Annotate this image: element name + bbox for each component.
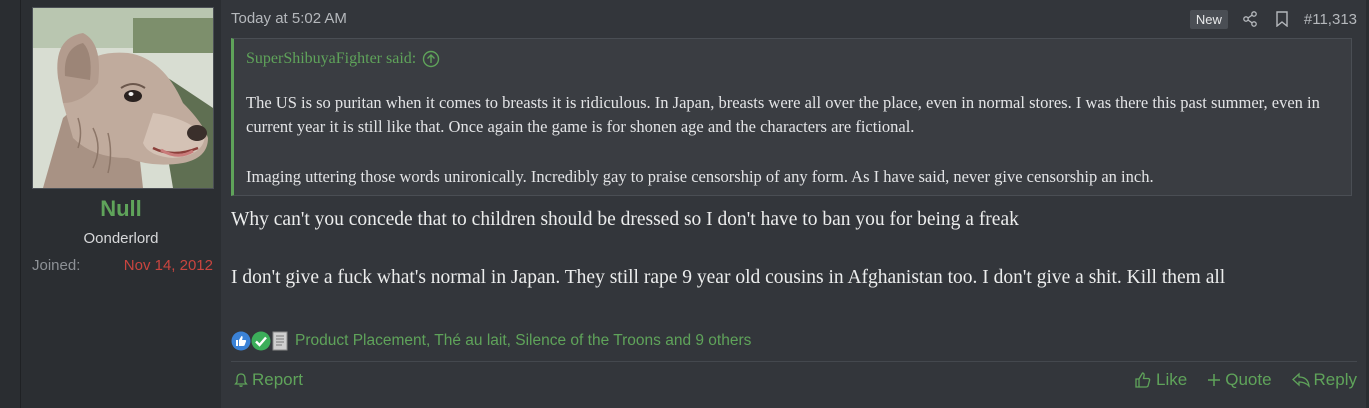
quote-paragraph: Imaging uttering those words unironicall… — [246, 167, 1154, 186]
report-button[interactable]: Report — [233, 370, 303, 390]
reply-icon — [1291, 372, 1310, 388]
user-sidebar: Null Oonderlord Joined: Nov 14, 2012 — [21, 0, 221, 408]
forum-post: Null Oonderlord Joined: Nov 14, 2012 Tod… — [20, 0, 1366, 408]
thumbs-up-icon — [1135, 372, 1151, 388]
plus-icon — [1208, 374, 1221, 386]
post-timestamp[interactable]: Today at 5:02 AM — [231, 10, 347, 27]
divider — [231, 361, 1357, 362]
user-title: Oonderlord — [83, 230, 159, 247]
quote-body: The US is so puritan when it comes to br… — [246, 91, 1341, 189]
footer-actions: Like Quote Reply — [1134, 370, 1357, 390]
reaction-icons[interactable] — [231, 331, 289, 351]
bookmark-icon[interactable] — [1272, 9, 1292, 29]
share-icon[interactable] — [1240, 9, 1260, 29]
quote-block: SuperShibuyaFighter said: The US is so p… — [231, 38, 1352, 196]
reply-label: Reply — [1313, 370, 1357, 389]
like-button[interactable]: Like — [1134, 370, 1187, 390]
post-paragraph: Why can't you concede that to children s… — [231, 209, 1019, 230]
joined-label: Joined: — [32, 257, 81, 274]
reactions-bar: Product Placement, Thé au lait, Silence … — [231, 329, 751, 353]
dog-avatar-image — [33, 8, 213, 188]
reaction-users-link[interactable]: Product Placement, Thé au lait, Silence … — [295, 332, 751, 350]
avatar[interactable] — [32, 7, 214, 189]
post-paragraph: I don't give a fuck what's normal in Jap… — [231, 267, 1226, 288]
quote-author[interactable]: SuperShibuyaFighter said: — [246, 50, 416, 68]
post-footer: Report Like Quote Reply — [231, 368, 1357, 394]
quote-label: Quote — [1225, 370, 1272, 389]
quote-paragraph: The US is so puritan when it comes to br… — [246, 93, 1320, 136]
arrow-up-circle-icon[interactable] — [422, 50, 440, 68]
post-body: Why can't you concede that to children s… — [231, 205, 1356, 292]
post-main: Today at 5:02 AM New #11,313 SuperShibuy… — [231, 0, 1357, 408]
joined-date: Nov 14, 2012 — [123, 257, 213, 274]
report-label: Report — [252, 370, 304, 389]
quote-button[interactable]: Quote — [1207, 370, 1272, 390]
post-header-actions: New #11,313 — [1189, 7, 1357, 31]
reply-button[interactable]: Reply — [1291, 370, 1357, 390]
username[interactable]: Null — [21, 196, 221, 222]
like-reaction-icon — [231, 331, 251, 351]
like-label: Like — [1156, 370, 1188, 389]
bell-icon — [234, 373, 248, 387]
post-number[interactable]: #11,313 — [1304, 11, 1357, 28]
new-badge: New — [1189, 9, 1228, 29]
check-reaction-icon — [251, 331, 271, 351]
document-reaction-icon — [272, 331, 288, 351]
quote-header[interactable]: SuperShibuyaFighter said: — [246, 50, 440, 68]
